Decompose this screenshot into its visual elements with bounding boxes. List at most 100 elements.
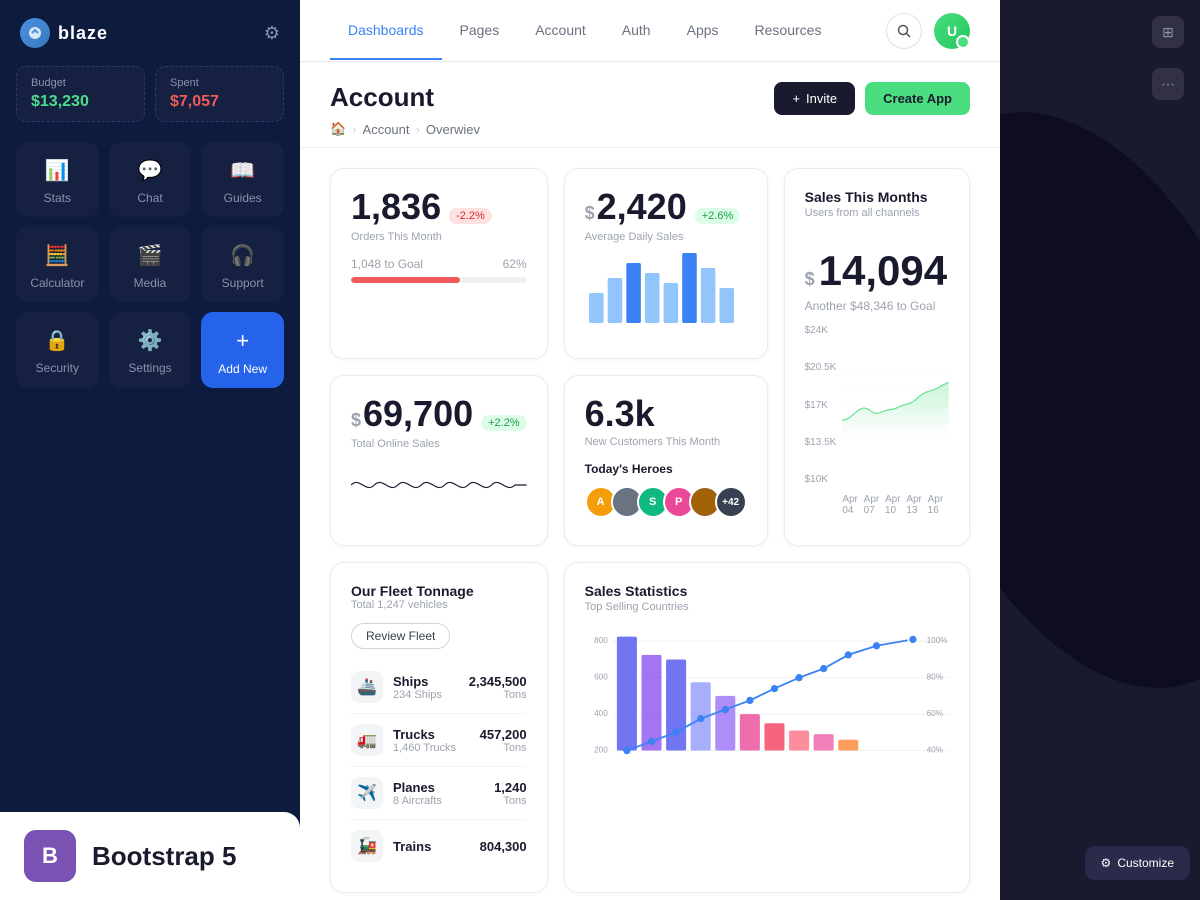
customize-button[interactable]: ⚙ Customize [1085,846,1190,880]
search-button[interactable] [886,13,922,49]
heroes-section: Today's Heroes A S P +42 [585,462,747,518]
spent-label: Spent [170,77,269,89]
ships-count: 234 Ships [393,689,469,701]
trucks-icon: 🚛 [351,724,383,756]
customers-card: 6.3k New Customers This Month Today's He… [564,375,768,546]
svg-text:600: 600 [594,672,608,681]
settings-label: Settings [128,361,171,375]
svg-text:80%: 80% [926,672,942,681]
ships-info: Ships 234 Ships [393,674,469,701]
heroes-title: Today's Heroes [585,462,747,476]
breadcrumb-sep2: › [416,122,420,137]
settings-icon: ⚙️ [138,328,163,353]
sidebar-item-media[interactable]: 🎬 Media [109,227,192,302]
panel-icon-1[interactable]: ⊞ [1152,16,1184,48]
ships-name: Ships [393,674,469,689]
spent-card: Spent $7,057 [155,66,284,122]
budget-label: Budget [31,77,130,89]
tab-resources[interactable]: Resources [737,2,840,60]
fleet-row-ships: 🚢 Ships 234 Ships 2,345,500 Tons [351,661,527,714]
sidebar-item-calculator[interactable]: 🧮 Calculator [16,227,99,302]
sidebar-item-add-new[interactable]: + Add New [201,312,284,388]
daily-sales-label: Average Daily Sales [585,231,747,243]
online-dollar: $ [351,410,361,431]
invite-button[interactable]: + Invite [774,82,855,115]
sidebar-item-settings[interactable]: ⚙️ Settings [109,312,192,388]
sales-stats-card: Sales Statistics Top Selling Countries 8… [564,562,970,893]
sidebar-item-stats[interactable]: 📊 Stats [16,142,99,217]
panel-icon-2[interactable]: ⋯ [1152,68,1184,100]
right-panel-icons: ⊞ ⋯ [1136,0,1200,116]
tab-dashboards[interactable]: Dashboards [330,2,442,60]
daily-sales-badge: +2.6% [695,208,741,224]
chart-area: Apr 04 Apr 07 Apr 10 Apr 13 Apr 16 [842,325,949,516]
sales-month-title: Sales This Months [805,189,949,205]
menu-icon[interactable]: ⚙ [264,23,280,44]
tab-pages[interactable]: Pages [442,2,518,60]
trains-value: 804,300 [480,839,527,854]
logo-text: blaze [58,23,108,44]
top-nav: Dashboards Pages Account Auth Apps Resou… [300,0,1000,62]
svg-text:400: 400 [594,709,608,718]
orders-badge: -2.2% [449,208,492,224]
review-fleet-button[interactable]: Review Fleet [351,623,450,649]
svg-text:800: 800 [594,636,608,645]
sales-stats-title: Sales Statistics [585,583,949,599]
page-header-left: Account 🏠 › Account › Overwiev [330,82,480,137]
customize-icon: ⚙ [1101,856,1112,870]
hero-avatar-more: +42 [715,486,747,518]
dashboard-grid: 1,836 -2.2% Orders This Month 1,048 to G… [300,148,1000,900]
fleet-card: Our Fleet Tonnage Total 1,247 vehicles R… [330,562,548,893]
sidebar-header: blaze ⚙ [0,0,300,66]
daily-sales-chart [585,243,747,333]
sidebar: blaze ⚙ Budget $13,230 Spent $7,057 📊 St… [0,0,300,900]
planes-count: 8 Aircrafts [393,795,494,807]
breadcrumb-account: Account [363,122,410,137]
tab-auth[interactable]: Auth [604,2,669,60]
bootstrap-text: Bootstrap 5 [92,841,236,872]
page-header: Account 🏠 › Account › Overwiev + Invite … [300,62,1000,148]
sidebar-item-support[interactable]: 🎧 Support [201,227,284,302]
page-title: Account [330,82,480,113]
budget-card: Budget $13,230 [16,66,145,122]
main-content: Dashboards Pages Account Auth Apps Resou… [300,0,1000,900]
fleet-subtitle: Total 1,247 vehicles [351,599,527,611]
breadcrumb: 🏠 › Account › Overwiev [330,121,480,137]
progress-track [351,277,527,283]
sidebar-item-guides[interactable]: 📖 Guides [201,142,284,217]
breadcrumb-current: Overwiev [426,122,480,137]
online-sales-badge: +2.2% [481,415,527,431]
orders-number: 1,836 [351,189,441,225]
sales-stats-svg: 800 600 400 200 [585,625,949,785]
page-header-right: + Invite Create App [774,82,970,115]
create-app-button[interactable]: Create App [865,82,970,115]
orders-progress: 1,048 to Goal 62% [351,257,527,283]
right-panel: ⊞ ⋯ ⚙ Customize [1000,0,1200,900]
x-axis: Apr 04 Apr 07 Apr 10 Apr 13 Apr 16 [842,494,949,516]
y-axis: $24K $20.5K $17K $13.5K $10K [805,325,837,485]
svg-text:200: 200 [594,745,608,754]
guides-label: Guides [224,191,262,205]
budget-value: $13,230 [31,93,130,111]
daily-dollar: $ [585,203,595,224]
sales-line-chart-wrap: $24K $20.5K $17K $13.5K $10K [805,325,949,516]
svg-text:40%: 40% [926,745,942,754]
ships-icon: 🚢 [351,671,383,703]
chat-icon: 💬 [138,158,163,183]
user-avatar[interactable]: U [934,13,970,49]
breadcrumb-home[interactable]: 🏠 [330,121,346,137]
budget-cards: Budget $13,230 Spent $7,057 [0,66,300,142]
security-icon: 🔒 [45,328,70,353]
sidebar-item-chat[interactable]: 💬 Chat [109,142,192,217]
heroes-row: A S P +42 [585,486,747,518]
online-sales-card: $ 69,700 +2.2% Total Online Sales [330,375,548,546]
security-label: Security [36,361,79,375]
tab-apps[interactable]: Apps [669,2,737,60]
sales-month-number: 14,094 [819,247,947,295]
logo-area: blaze [20,18,108,48]
fleet-row-trains: 🚂 Trains 804,300 [351,820,527,872]
sidebar-item-security[interactable]: 🔒 Security [16,312,99,388]
calculator-label: Calculator [30,276,84,290]
tab-account[interactable]: Account [517,2,604,60]
media-icon: 🎬 [138,243,163,268]
